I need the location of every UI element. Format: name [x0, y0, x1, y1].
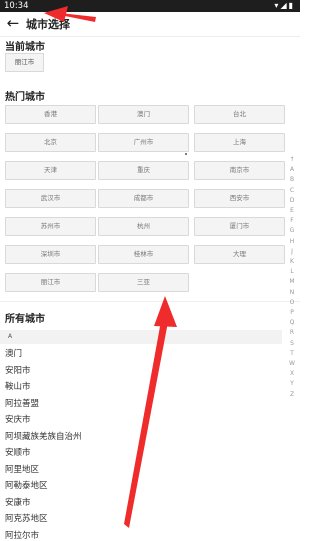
index-letter[interactable]: R: [286, 328, 298, 338]
letter-header-a: A: [0, 330, 282, 344]
scroll-dot: [185, 153, 187, 155]
index-letter[interactable]: D: [286, 196, 298, 206]
index-letter[interactable]: J: [286, 247, 298, 257]
index-letter[interactable]: T: [286, 349, 298, 359]
index-letter[interactable]: N: [286, 288, 298, 298]
hot-city-button[interactable]: 深圳市: [5, 245, 96, 264]
hot-city-button[interactable]: 三亚: [98, 273, 189, 292]
index-letter[interactable]: F: [286, 216, 298, 226]
hot-city-button[interactable]: 台北: [194, 105, 285, 124]
index-letter[interactable]: P: [286, 308, 298, 318]
hot-city-button[interactable]: 杭州: [98, 217, 189, 236]
hot-city-button[interactable]: 大理: [194, 245, 285, 264]
index-letter[interactable]: O: [286, 298, 298, 308]
hot-city-button[interactable]: 天津: [5, 161, 96, 180]
hot-city-button[interactable]: 上海: [194, 133, 285, 152]
all-cities-heading: 所有城市: [5, 314, 45, 325]
index-letter[interactable]: E: [286, 206, 298, 216]
index-letter[interactable]: G: [286, 226, 298, 236]
hot-city-button[interactable]: 厦门市: [194, 217, 285, 236]
city-list-item[interactable]: 安康市: [5, 496, 31, 508]
hot-city-button[interactable]: 苏州市: [5, 217, 96, 236]
status-bar: 10:34 ▾◢▮: [0, 0, 300, 12]
index-letter[interactable]: L: [286, 267, 298, 277]
hot-cities-heading: 热门城市: [5, 92, 45, 103]
alphabet-index[interactable]: ↑ A B C D E F G H J K L M N O P Q R S T W X Y Z: [286, 155, 298, 400]
hot-city-button[interactable]: 丽江市: [5, 273, 96, 292]
city-list-item[interactable]: 阿坝藏族羌族自治州: [5, 430, 82, 442]
index-letter[interactable]: B: [286, 175, 298, 185]
hot-city-button[interactable]: 澳门: [98, 105, 189, 124]
app-bar: ← 城市选择: [0, 12, 300, 37]
index-letter[interactable]: H: [286, 237, 298, 247]
index-letter[interactable]: Q: [286, 318, 298, 328]
city-list-item[interactable]: 阿克苏地区: [5, 512, 48, 524]
city-list-item[interactable]: 阿拉尔市: [5, 529, 39, 541]
index-letter[interactable]: A: [286, 165, 298, 175]
hot-city-button[interactable]: 西安市: [194, 189, 285, 208]
hot-city-button[interactable]: 北京: [5, 133, 96, 152]
index-letter[interactable]: ↑: [286, 155, 298, 165]
index-letter[interactable]: Y: [286, 379, 298, 389]
city-list-item[interactable]: 安顺市: [5, 446, 31, 458]
hot-city-button[interactable]: 香港: [5, 105, 96, 124]
index-letter[interactable]: C: [286, 186, 298, 196]
hot-city-button[interactable]: 广州市: [98, 133, 189, 152]
hot-city-button[interactable]: 重庆: [98, 161, 189, 180]
city-list-item[interactable]: 阿拉善盟: [5, 397, 39, 409]
status-time: 10:34: [4, 1, 29, 11]
index-letter[interactable]: S: [286, 339, 298, 349]
hot-city-button[interactable]: 武汉市: [5, 189, 96, 208]
current-city-heading: 当前城市: [5, 42, 45, 53]
page-title: 城市选择: [26, 18, 70, 31]
index-letter[interactable]: K: [286, 257, 298, 267]
current-city-button[interactable]: 丽江市: [5, 53, 44, 72]
city-list-item[interactable]: 澳门: [5, 347, 22, 359]
city-list-item[interactable]: 安庆市: [5, 413, 31, 425]
city-list-item[interactable]: 阿勒泰地区: [5, 479, 48, 491]
status-icons: ▾◢▮: [274, 1, 295, 10]
city-list-item[interactable]: 阿里地区: [5, 463, 39, 475]
hot-city-button[interactable]: 桂林市: [98, 245, 189, 264]
section-divider: [0, 301, 300, 302]
index-letter[interactable]: W: [286, 359, 298, 369]
annotation-arrows: [44, 6, 177, 528]
city-list-item[interactable]: 鞍山市: [5, 380, 31, 392]
city-list-item[interactable]: 安阳市: [5, 364, 31, 376]
index-letter[interactable]: M: [286, 277, 298, 287]
hot-city-button[interactable]: 南京市: [194, 161, 285, 180]
index-letter[interactable]: X: [286, 369, 298, 379]
back-arrow-icon[interactable]: ←: [4, 13, 22, 33]
hot-city-button[interactable]: 成都市: [98, 189, 189, 208]
index-letter[interactable]: Z: [286, 390, 298, 400]
